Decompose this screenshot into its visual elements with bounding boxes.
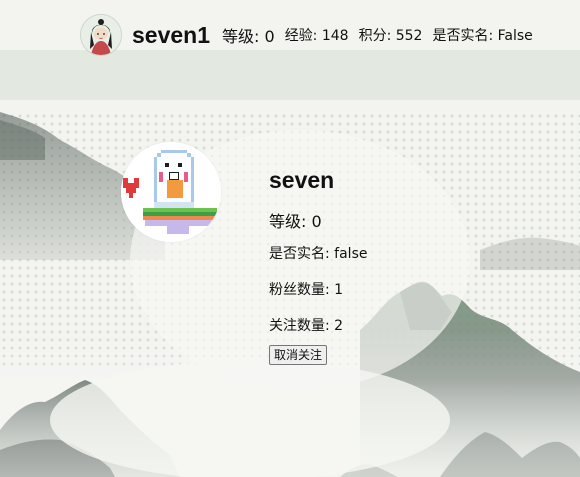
profile-realname-status: 是否实名: false bbox=[269, 246, 368, 262]
header-points: 积分: 552 bbox=[358, 28, 423, 44]
user-avatar-icon[interactable] bbox=[80, 14, 122, 56]
profile-info: seven 等级: 0 是否实名: false 粉丝数量: 1 关注数量: 2 … bbox=[269, 166, 367, 365]
profile-following-count: 关注数量: 2 bbox=[269, 318, 344, 334]
profile-fans-count: 粉丝数量: 1 bbox=[269, 282, 344, 298]
profile-level: 等级: 0 bbox=[269, 212, 322, 231]
pixel-ghost-avatar-icon bbox=[121, 142, 221, 242]
header-experience: 经验: 148 bbox=[284, 28, 349, 44]
header-realname-status: 是否实名: False bbox=[432, 28, 533, 44]
header-username: seven1 bbox=[132, 21, 211, 48]
profile-name: seven bbox=[269, 167, 335, 193]
unfollow-button[interactable]: 取消关注 bbox=[269, 345, 328, 365]
header-level: 等级: 0 bbox=[222, 27, 275, 46]
profile-avatar bbox=[121, 142, 221, 242]
user-header-bar: seven1 等级: 0 经验: 148 积分: 552 是否实名: False bbox=[80, 14, 533, 56]
